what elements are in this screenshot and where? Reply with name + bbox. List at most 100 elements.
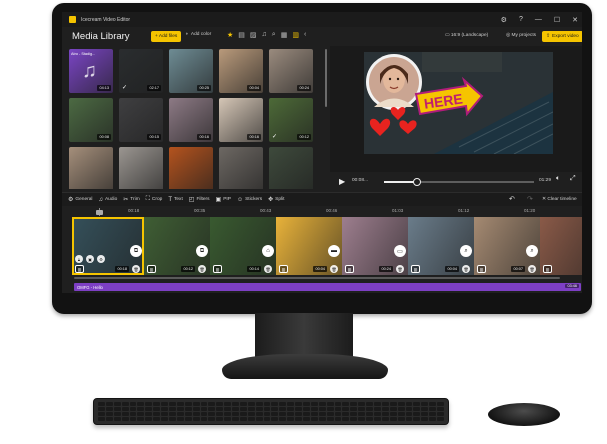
- playhead-handle[interactable]: [96, 210, 103, 215]
- tool-split[interactable]: ✥ Split: [268, 196, 284, 203]
- delete-clip-icon[interactable]: 🗑︎: [132, 265, 140, 273]
- media-item-video[interactable]: 00:24: [269, 49, 313, 93]
- media-item-video[interactable]: ✓ 02:17: [119, 49, 163, 93]
- seek-handle[interactable]: [413, 178, 421, 186]
- audio-filter-icon[interactable]: ♫: [262, 31, 267, 39]
- clip-frames-icon[interactable]: ▥: [543, 265, 552, 273]
- media-item-video[interactable]: ✓ 00:12: [269, 98, 313, 142]
- delete-clip-icon[interactable]: 🗑︎: [198, 265, 206, 273]
- timeline-clip[interactable]: ⧉ ▥ 00:12 🗑︎: [144, 217, 210, 275]
- keyboard-key: [137, 417, 145, 421]
- tool-text[interactable]: T Text: [168, 197, 182, 203]
- delete-clip-icon[interactable]: 🗑︎: [396, 265, 404, 273]
- seek-bar[interactable]: [384, 178, 534, 186]
- clip-frames-icon[interactable]: ▥: [345, 265, 354, 273]
- timeline-scrollbar[interactable]: [74, 277, 560, 279]
- transition-button[interactable]: ▭: [394, 245, 406, 257]
- media-item-video[interactable]: [69, 147, 113, 189]
- clip-frames-icon[interactable]: ▥: [279, 265, 288, 273]
- media-item-video[interactable]: 00:25: [169, 49, 213, 93]
- tool-audio[interactable]: ♫ Audio: [98, 197, 117, 203]
- clip-frames-icon[interactable]: ▥: [213, 265, 222, 273]
- clear-timeline-button[interactable]: ✕ Clear timeline: [542, 197, 577, 202]
- transition-button[interactable]: ▬: [328, 245, 340, 257]
- media-item-video[interactable]: 00:15: [119, 98, 163, 142]
- timeline-clip[interactable]: ▥: [540, 217, 582, 275]
- close-button[interactable]: ✕: [572, 16, 578, 24]
- delete-clip-icon[interactable]: 🗑︎: [528, 265, 536, 273]
- timeline-clip[interactable]: ▭ ▥ 00:24 🗑︎: [342, 217, 408, 275]
- export-video-button[interactable]: ⇪ Export video: [542, 31, 582, 42]
- my-projects-button[interactable]: ◎ My projects: [506, 33, 536, 38]
- screen-icon[interactable]: ▣: [86, 255, 94, 263]
- keyboard-key: [437, 417, 444, 421]
- fullscreen-icon[interactable]: ⤢: [570, 175, 576, 183]
- keyboard-key: [239, 412, 247, 416]
- clip-frames-icon[interactable]: ▥: [411, 265, 420, 273]
- timeline-ruler[interactable]: 00:18 00:35 00:43 00:46 01:03 01:12 01:20: [62, 207, 582, 217]
- clip-frames-icon[interactable]: ▥: [147, 265, 156, 273]
- keyboard-key: [129, 407, 137, 411]
- aspect-ratio-selector[interactable]: ▭ 16:9 (Landscape): [445, 33, 488, 38]
- transition-button[interactable]: ⧉: [196, 245, 208, 257]
- delete-clip-icon[interactable]: 🗑︎: [462, 265, 470, 273]
- tool-stickers[interactable]: ☺ Stickers: [237, 197, 262, 203]
- media-item-audio[interactable]: Atro - Stadig... ♫ 04:13: [69, 49, 113, 93]
- minimize-button[interactable]: —: [535, 16, 542, 23]
- keyboard-key: [350, 402, 358, 406]
- timeline-clip[interactable]: ⌕ ▥ 00:07 🗑︎: [474, 217, 540, 275]
- keyboard-key: [374, 412, 381, 416]
- tool-trim[interactable]: ✂ Trim: [123, 196, 139, 203]
- delete-clip-icon[interactable]: 🗑︎: [264, 265, 272, 273]
- grid-view-icon[interactable]: ▦: [281, 31, 288, 39]
- timeline-clip[interactable]: ⧉ ▥ 00:18 🗑︎: [72, 217, 144, 275]
- transition-button[interactable]: ⌕: [526, 245, 538, 257]
- video-filter-icon[interactable]: ▤: [238, 31, 245, 39]
- clip-frames-icon[interactable]: ▥: [75, 265, 84, 273]
- audio-track-clip[interactable]: OMFG - Hello 03:46: [74, 283, 581, 291]
- timeline-clip[interactable]: ⌕ ▥ 00:04 🗑︎: [408, 217, 474, 275]
- keyboard-key: [358, 412, 366, 416]
- tool-pip[interactable]: ▣ PIP: [216, 196, 231, 203]
- transition-button[interactable]: ⧉: [130, 245, 142, 257]
- keyboard-key: [168, 417, 176, 421]
- delete-clip-icon[interactable]: 🗑︎: [330, 265, 338, 273]
- settings-icon[interactable]: ⚙: [97, 255, 105, 263]
- media-item-video[interactable]: [169, 147, 213, 189]
- add-color-button[interactable]: ◑ Add color: [185, 32, 211, 37]
- volume-icon[interactable]: 🔈︎: [556, 175, 560, 183]
- collapse-panel-icon[interactable]: ‹: [304, 31, 306, 39]
- play-icon[interactable]: ▶: [339, 177, 345, 186]
- clip-frames-icon[interactable]: ▥: [477, 265, 486, 273]
- tool-general[interactable]: ⚙ General: [68, 196, 92, 203]
- settings-icon[interactable]: ⚙: [501, 16, 507, 24]
- media-item-video[interactable]: 00:04: [219, 49, 263, 93]
- maximize-button[interactable]: ☐: [554, 16, 560, 24]
- media-item-video[interactable]: 00:08: [69, 98, 113, 142]
- tool-filters[interactable]: ◰ Filters: [189, 196, 210, 203]
- media-item-video[interactable]: [219, 147, 263, 189]
- timeline-clip[interactable]: ⌂ ▥ 00:14 🗑︎: [210, 217, 276, 275]
- add-files-button[interactable]: + Add files: [151, 31, 182, 42]
- transition-button[interactable]: ⌂: [262, 245, 274, 257]
- search-icon[interactable]: ⌕: [272, 31, 276, 39]
- transition-button[interactable]: ⌕: [460, 245, 472, 257]
- undo-icon[interactable]: ↶: [509, 195, 515, 203]
- lock-icon[interactable]: 🔒︎: [75, 255, 83, 263]
- media-item-video[interactable]: 00:16: [169, 98, 213, 142]
- redo-icon[interactable]: ↷: [527, 195, 533, 203]
- media-item-video[interactable]: 00:16: [219, 98, 263, 142]
- keyboard-key: [397, 412, 405, 416]
- help-icon[interactable]: ?: [519, 16, 523, 23]
- timeline-clip[interactable]: ▬ ▥ 00:04 🗑︎: [276, 217, 342, 275]
- keyboard-key: [421, 402, 429, 406]
- list-view-icon[interactable]: ▥: [292, 31, 299, 39]
- favorites-filter-icon[interactable]: ★: [227, 31, 233, 39]
- media-item-video[interactable]: [119, 147, 163, 189]
- tool-crop[interactable]: ⛶ Crop: [146, 196, 163, 203]
- media-item-video[interactable]: [269, 147, 313, 189]
- media-scrollbar[interactable]: [325, 49, 327, 107]
- image-filter-icon[interactable]: ▨: [250, 31, 257, 39]
- aspect-ratio-label: 16:9 (Landscape): [450, 33, 489, 38]
- keyboard-key: [295, 412, 303, 416]
